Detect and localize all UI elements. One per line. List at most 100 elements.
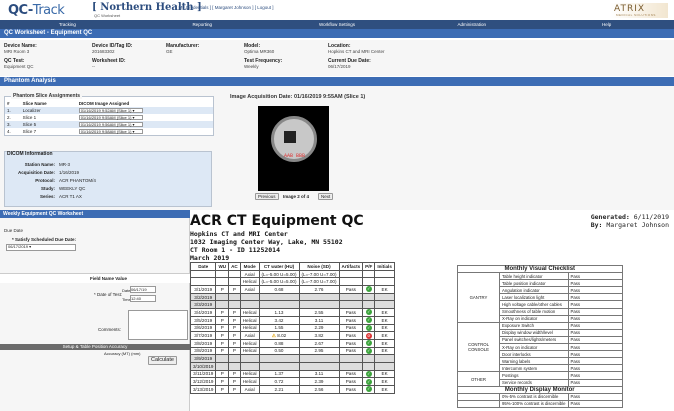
initials-cell: EK	[374, 385, 395, 394]
pass-icon: ✓	[365, 309, 372, 316]
dicom-key: Station Name:	[24, 162, 55, 167]
nav-reporting[interactable]: Reporting	[135, 20, 270, 29]
display-title: Monthly Display Monitor	[457, 385, 623, 394]
slice-dicom-cell: 01/16/2019 9:55AM (Slice 1) ▾	[77, 114, 213, 121]
due-date-select[interactable]: 06/17/2019 ▾	[6, 244, 76, 251]
nav-tracking[interactable]: Tracking	[0, 20, 135, 29]
dicom-row: Study: WEEKLY QC	[7, 186, 85, 191]
slice-row: 3. Slice 5 01/16/2019 9:56AM (Slice 1) ▾	[5, 121, 213, 128]
blank-cell	[374, 354, 395, 363]
ct-value: 1.55	[274, 325, 284, 331]
checklist-item: Door interlocks	[499, 350, 569, 359]
ct-cell: 1.37	[258, 369, 300, 379]
slice-num: 3.	[5, 121, 21, 128]
pf-cell: ✓	[362, 338, 376, 348]
account-links[interactable]: [ My Credentials ] [ Margaret Johnson ] …	[176, 5, 274, 10]
blank-cell	[362, 300, 376, 310]
pf-cell: ⊘	[362, 331, 376, 340]
time-input[interactable]: 12:40	[130, 295, 156, 302]
date-input[interactable]: 06/17/19	[130, 286, 156, 293]
accuracy-label: Accuracy (MT) (mm)	[104, 351, 141, 356]
device-field: Location: Hopkins CT and MRI Center	[328, 43, 384, 54]
next-button[interactable]: Next	[318, 193, 334, 200]
checklist-result: Pass	[567, 300, 623, 309]
slice-row: 4. Slice 7 01/16/2019 9:58AM (Slice 1) ▾	[5, 128, 213, 135]
atrix-logo: ATRIX MEDICAL SOLUTIONS	[610, 3, 668, 18]
wu-cell: P	[215, 331, 230, 340]
blank-cell	[362, 269, 376, 279]
wu-cell: P	[215, 323, 230, 333]
due-date-label: * Satisfy Scheduled Due Date:	[12, 237, 77, 242]
ct-cell: 0.50	[258, 346, 300, 356]
pass-icon: ✓	[365, 340, 372, 347]
pass-icon: ✓	[365, 370, 372, 377]
ac-cell: P	[228, 385, 241, 394]
checklist-result: Pass	[567, 293, 623, 302]
dicom-key: Acquisition Date:	[17, 170, 55, 175]
calculate-button[interactable]: Calculate	[148, 356, 177, 365]
artifact-cell: Pass	[338, 385, 364, 394]
grid-col-header: CT water (HU)	[258, 262, 300, 271]
ct-cell: ⚠ 8.02	[258, 331, 300, 340]
field-value: --	[92, 64, 95, 69]
checklist-item: Intercomm system	[499, 364, 569, 373]
artifact-cell: Pass	[338, 338, 364, 348]
mode-cell: Helical	[239, 323, 260, 333]
slice-dicom-select[interactable]: 01/16/2019 9:56AM (Slice 1) ▾	[78, 122, 143, 127]
worksheet-title: QC Worksheet - Equipment QC	[0, 29, 674, 38]
setup-section: Setup & Table Position Accuracy	[0, 344, 190, 350]
wu-cell: P	[215, 308, 230, 317]
ct-cell: 1.13	[258, 308, 300, 317]
ac-cell: P	[228, 308, 241, 317]
date-cell: 3/8/2019	[189, 346, 217, 356]
display-row: 0%-5% contrast is discernible Pass	[457, 392, 623, 401]
phantom-analysis-title: Phantom Analysis	[0, 77, 674, 86]
date-cell: 3/9/2019	[189, 354, 217, 363]
slice-dicom-select[interactable]: 01/16/2019 9:58AM (Slice 1) ▾	[78, 129, 143, 134]
report: ACR CT Equipment QC Generated: 6/11/2019…	[189, 210, 674, 411]
sd-cell: 3.11	[298, 369, 340, 379]
report-room: CT Room 1 - ID 11252014	[190, 246, 281, 254]
device-field: Manufacturer: GE	[166, 43, 199, 54]
artifact-cell: Pass	[338, 346, 364, 356]
date-cell: 3/3/2019	[189, 300, 217, 310]
blank-cell	[239, 354, 260, 363]
qc-track-logo[interactable]: QC-Track	[8, 3, 65, 18]
blank-cell	[215, 277, 230, 287]
previous-button[interactable]: Previous	[255, 193, 279, 200]
due-date-title: Due Date	[4, 228, 24, 233]
artifact-cell: Pass	[338, 285, 364, 294]
slice-dicom-select[interactable]: 01/16/2019 9:52AM (Slice 1) ▾	[78, 108, 143, 113]
ac-cell: P	[228, 315, 241, 325]
comments-textarea[interactable]	[128, 310, 188, 340]
slice-dicom-select[interactable]: 01/16/2019 9:55AM (Slice 1) ▾	[78, 115, 143, 120]
blank-cell	[338, 277, 364, 287]
blank-cell	[189, 269, 217, 279]
pf-cell: ✓	[362, 315, 376, 325]
device-info: Device Name: MRI Room 3 Device ID/Tag ID: 2…	[0, 40, 674, 76]
nav-administration[interactable]: Administration	[404, 20, 539, 29]
date-cell: 3/2/2019	[189, 292, 217, 302]
dicom-value: ACR T1 AX	[59, 194, 82, 199]
dicom-row: Protocol: ACR PHANTOM/4	[7, 178, 96, 183]
col-num: #	[7, 101, 10, 106]
blank-cell	[338, 300, 364, 310]
blank-cell	[362, 292, 376, 302]
nav-workflow-settings[interactable]: Workflow Settings	[270, 20, 405, 29]
ac-cell: P	[228, 338, 241, 348]
mode-cell: Axial	[239, 269, 260, 279]
main-nav: Tracking Reporting Workflow Settings Adm…	[0, 20, 674, 29]
blank-cell	[228, 292, 241, 302]
sd-cell: 2.95	[298, 346, 340, 356]
qc-row: 3/5/2019 P P Helical 3.42 3.11 Pass ✓ EK	[189, 315, 395, 325]
sd-cell: 3.82	[298, 331, 340, 340]
date-cell: 3/10/2019	[189, 361, 217, 371]
qc-row: 3/3/2019	[189, 300, 395, 310]
blank-cell	[362, 277, 376, 287]
ct-limit: (L=-5.00 U=5.00)	[258, 269, 300, 279]
qc-row: 3/13/2019 P P Axial 2.21 2.56 Pass ✓ EK	[189, 385, 395, 394]
nav-help[interactable]: Help	[539, 20, 674, 29]
artifact-cell: Pass	[338, 323, 364, 333]
dicom-value: MR-3	[59, 162, 70, 167]
checklist-item: Warning labels	[499, 357, 569, 366]
